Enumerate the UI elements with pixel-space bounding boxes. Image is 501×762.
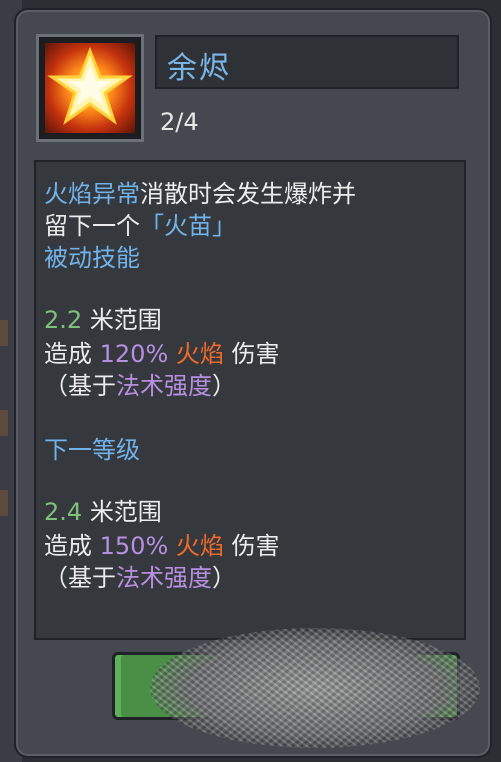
- current-basis-line: （基于法术强度）: [44, 366, 236, 401]
- obscured-area: [150, 628, 480, 748]
- skill-name-box: 余烬: [155, 35, 459, 89]
- description-text: 留下一个: [44, 212, 140, 240]
- damage-percent: 120%: [99, 340, 169, 368]
- description-text: 消散时会发生爆炸并: [140, 180, 356, 208]
- damage-percent: 150%: [99, 532, 169, 560]
- keyword-flame: 「火苗」: [140, 212, 236, 240]
- next-level-label: 下一等级: [44, 436, 140, 464]
- description-line-1: 火焰异常消散时会发生爆炸并: [44, 174, 356, 209]
- basis-stat: 法术强度: [116, 372, 212, 400]
- skill-name: 余烬: [167, 51, 231, 86]
- skill-description-box: 火焰异常消散时会发生爆炸并 留下一个「火苗」 被动技能 2.2 米范围 造成 1…: [34, 160, 466, 640]
- keyword-fire-anomaly: 火焰异常: [44, 180, 140, 208]
- basis-open: （基于: [44, 564, 116, 592]
- damage-prefix: 造成: [44, 532, 92, 560]
- damage-type: 火焰: [175, 532, 224, 560]
- basis-close: ）: [212, 372, 236, 400]
- current-range-line: 2.2 米范围: [44, 300, 162, 335]
- next-damage-line: 造成 150% 火焰 伤害: [44, 526, 280, 561]
- range-value: 2.2: [44, 306, 83, 334]
- range-label: 米范围: [89, 498, 162, 526]
- damage-prefix: 造成: [44, 340, 92, 368]
- damage-suffix: 伤害: [231, 340, 280, 368]
- next-basis-line: （基于法术强度）: [44, 558, 236, 593]
- passive-skill-label: 被动技能: [44, 244, 140, 272]
- background-slot-marker: [0, 490, 8, 516]
- skill-level: 2/4: [160, 108, 199, 136]
- fire-star-icon: [45, 43, 135, 133]
- description-line-2: 留下一个「火苗」: [44, 206, 236, 241]
- damage-suffix: 伤害: [231, 532, 280, 560]
- skill-icon-frame: [36, 34, 144, 142]
- damage-type: 火焰: [175, 340, 224, 368]
- basis-stat: 法术强度: [116, 564, 212, 592]
- background-slot-marker: [0, 320, 8, 346]
- current-damage-line: 造成 120% 火焰 伤害: [44, 334, 280, 369]
- range-label: 米范围: [89, 306, 162, 334]
- range-value: 2.4: [44, 498, 83, 526]
- basis-close: ）: [212, 564, 236, 592]
- background-slot-marker: [0, 410, 8, 436]
- next-range-line: 2.4 米范围: [44, 492, 162, 527]
- basis-open: （基于: [44, 372, 116, 400]
